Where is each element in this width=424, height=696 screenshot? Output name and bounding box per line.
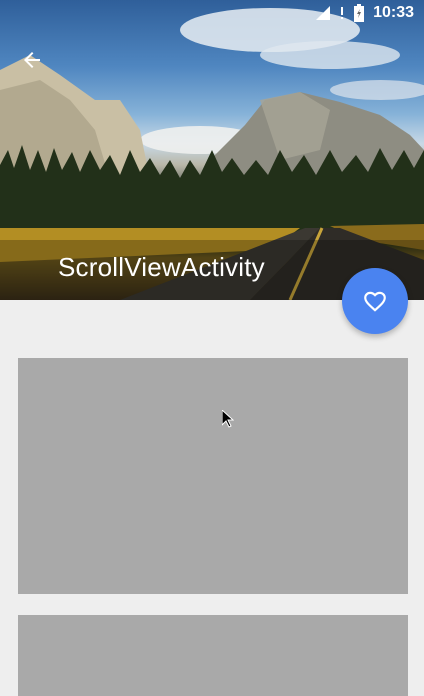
status-time: 10:33 <box>373 4 414 21</box>
heart-outline-icon <box>364 291 386 312</box>
favorite-fab-button[interactable] <box>342 268 408 334</box>
status-bar: 10:33 <box>0 0 424 26</box>
battery-icon <box>353 4 365 22</box>
back-button[interactable] <box>14 44 50 76</box>
signal-icon <box>315 5 331 21</box>
no-sim-alert-icon <box>339 5 345 21</box>
toolbar-title: ScrollViewActivity <box>58 252 265 282</box>
content-card <box>18 358 408 594</box>
arrow-left-icon <box>24 52 40 68</box>
content-card <box>18 615 408 696</box>
mouse-pointer-icon <box>222 410 234 428</box>
header-image: 10:33 ScrollViewActivity <box>0 0 424 300</box>
